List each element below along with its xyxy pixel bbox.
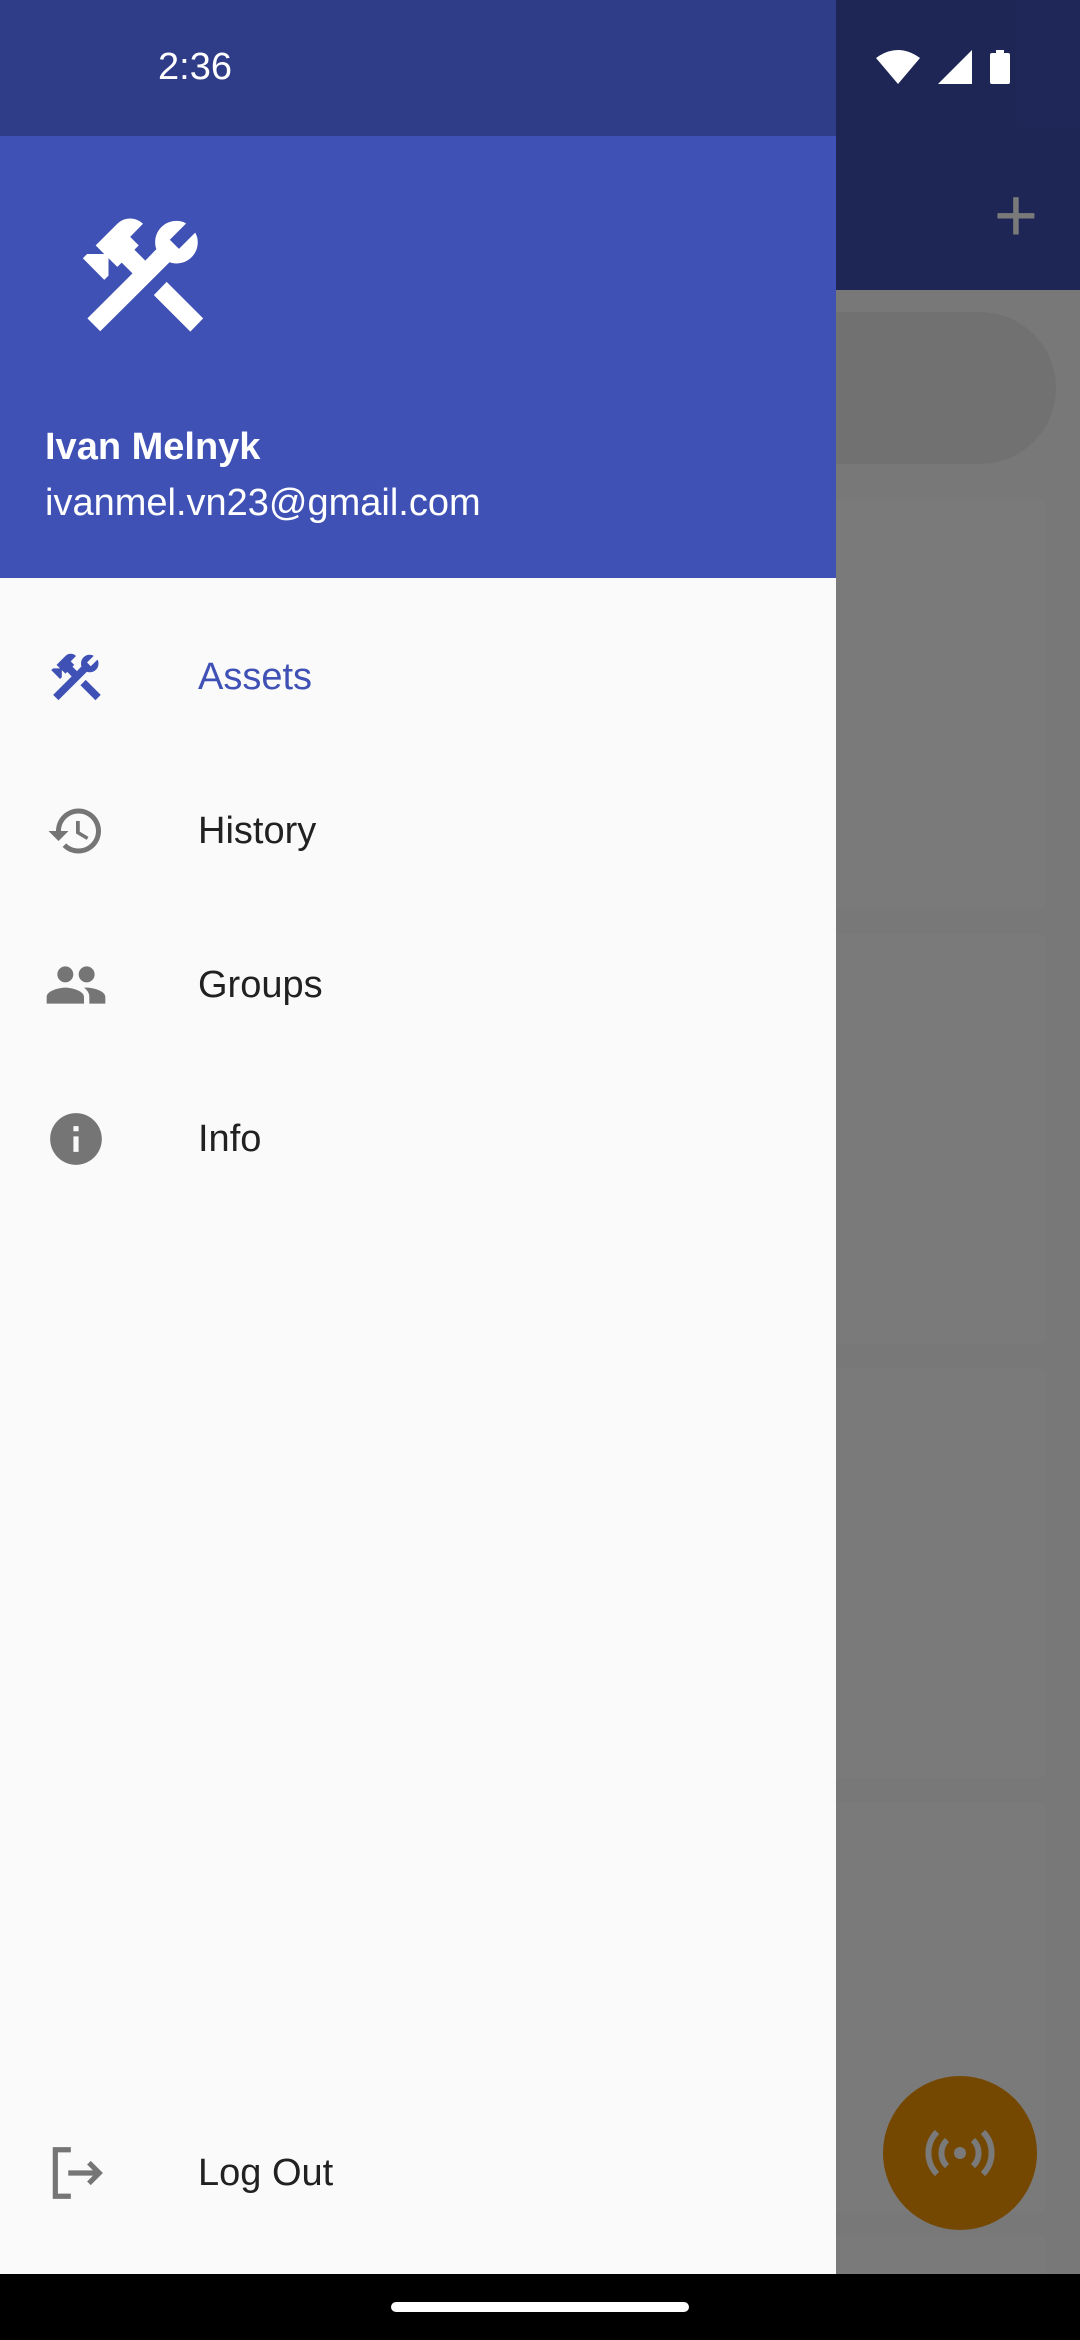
home-gesture-handle[interactable] [391,2302,689,2312]
groups-icon [44,953,108,1017]
drawer-header: Ivan Melnyk ivanmel.vn23@gmail.com [0,136,836,578]
status-icons [876,50,1010,84]
nav-item-history[interactable]: History [0,756,836,906]
tools-icon [44,645,108,709]
battery-icon [990,50,1010,84]
system-nav-bar [0,2274,1080,2340]
tools-logo-icon [82,218,204,332]
nav-item-info[interactable]: Info [0,1064,836,1214]
status-bar: 2:36 [0,0,1080,136]
logout-button[interactable]: Log Out [0,2098,836,2248]
history-icon [44,799,108,863]
nav-item-label: Groups [198,963,323,1006]
signal-icon [938,50,972,84]
nav-item-label: History [198,809,317,852]
nav-item-assets[interactable]: Assets [0,602,836,752]
nav-item-label: Info [198,1117,262,1160]
info-icon [44,1107,108,1171]
wifi-icon [876,50,920,84]
nav-item-label: Assets [198,655,313,698]
user-name: Ivan Melnyk [45,426,261,468]
logout-label: Log Out [198,2151,334,2194]
nav-item-groups[interactable]: Groups [0,910,836,1060]
status-time: 2:36 [158,46,232,88]
logout-icon [44,2141,108,2205]
user-email: ivanmel.vn23@gmail.com [45,482,481,524]
navigation-drawer: Ivan Melnyk ivanmel.vn23@gmail.com Asset… [0,136,836,2274]
status-bar-drawer-area [0,0,836,136]
